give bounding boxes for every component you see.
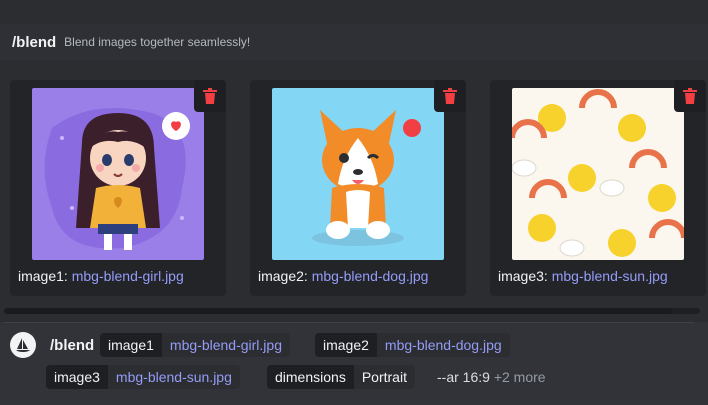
- command-header: /blend Blend images together seamlessly!: [0, 24, 708, 60]
- trash-icon: [203, 88, 217, 104]
- delete-image3-button[interactable]: [674, 80, 706, 112]
- option-image2[interactable]: image2 mbg-blend-dog.jpg: [315, 333, 510, 357]
- composer-command: /blend: [50, 337, 95, 354]
- option-key: image3:: [498, 268, 548, 284]
- attachment-card-image3[interactable]: image3: mbg-blend-sun.jpg: [490, 80, 706, 296]
- sun-pattern-image: [512, 88, 684, 260]
- option-name: image3: [46, 365, 108, 389]
- attachment-caption: image2: mbg-blend-dog.jpg: [258, 268, 428, 284]
- command-description: Blend images together seamlessly!: [64, 35, 251, 49]
- trash-icon: [443, 88, 457, 104]
- trash-icon: [683, 88, 697, 104]
- composer-extra[interactable]: --ar 16:9 +2 more: [437, 369, 546, 385]
- file-link[interactable]: mbg-blend-girl.jpg: [72, 268, 184, 284]
- attachment-card-image2[interactable]: image2: mbg-blend-dog.jpg: [250, 80, 466, 296]
- sailboat-icon: [16, 338, 30, 352]
- delete-image2-button[interactable]: [434, 80, 466, 112]
- command-name: /blend: [12, 33, 57, 51]
- delete-image1-button[interactable]: [194, 80, 226, 112]
- top-bar: [0, 0, 708, 24]
- dog-image: [272, 88, 444, 260]
- midjourney-bot-avatar[interactable]: [10, 332, 36, 358]
- divider: [4, 322, 694, 323]
- option-value[interactable]: mbg-blend-sun.jpg: [107, 365, 240, 389]
- option-value[interactable]: mbg-blend-girl.jpg: [161, 333, 290, 357]
- file-link[interactable]: mbg-blend-dog.jpg: [312, 268, 429, 284]
- scrollbar-thumb[interactable]: [4, 308, 672, 314]
- option-image3[interactable]: image3 mbg-blend-sun.jpg: [46, 365, 240, 389]
- option-name: dimensions: [267, 365, 354, 389]
- option-name: image1: [100, 333, 162, 357]
- option-value[interactable]: mbg-blend-dog.jpg: [376, 333, 510, 357]
- option-key: image1:: [18, 268, 68, 284]
- attachments-panel: image1: mbg-blend-girl.jpg image2: mbg-b…: [0, 60, 708, 322]
- girl-image: [32, 88, 204, 260]
- file-link[interactable]: mbg-blend-sun.jpg: [552, 268, 668, 284]
- attachment-caption: image3: mbg-blend-sun.jpg: [498, 268, 668, 284]
- attachment-card-image1[interactable]: image1: mbg-blend-girl.jpg: [10, 80, 226, 296]
- attachment-caption: image1: mbg-blend-girl.jpg: [18, 268, 184, 284]
- option-value[interactable]: Portrait: [353, 365, 415, 389]
- option-image1[interactable]: image1 mbg-blend-girl.jpg: [100, 333, 290, 357]
- option-dimensions[interactable]: dimensions Portrait: [267, 365, 415, 389]
- extra-args: --ar 16:9: [437, 369, 490, 385]
- option-name: image2: [315, 333, 377, 357]
- option-key: image2:: [258, 268, 308, 284]
- more-options-link[interactable]: +2 more: [494, 369, 546, 385]
